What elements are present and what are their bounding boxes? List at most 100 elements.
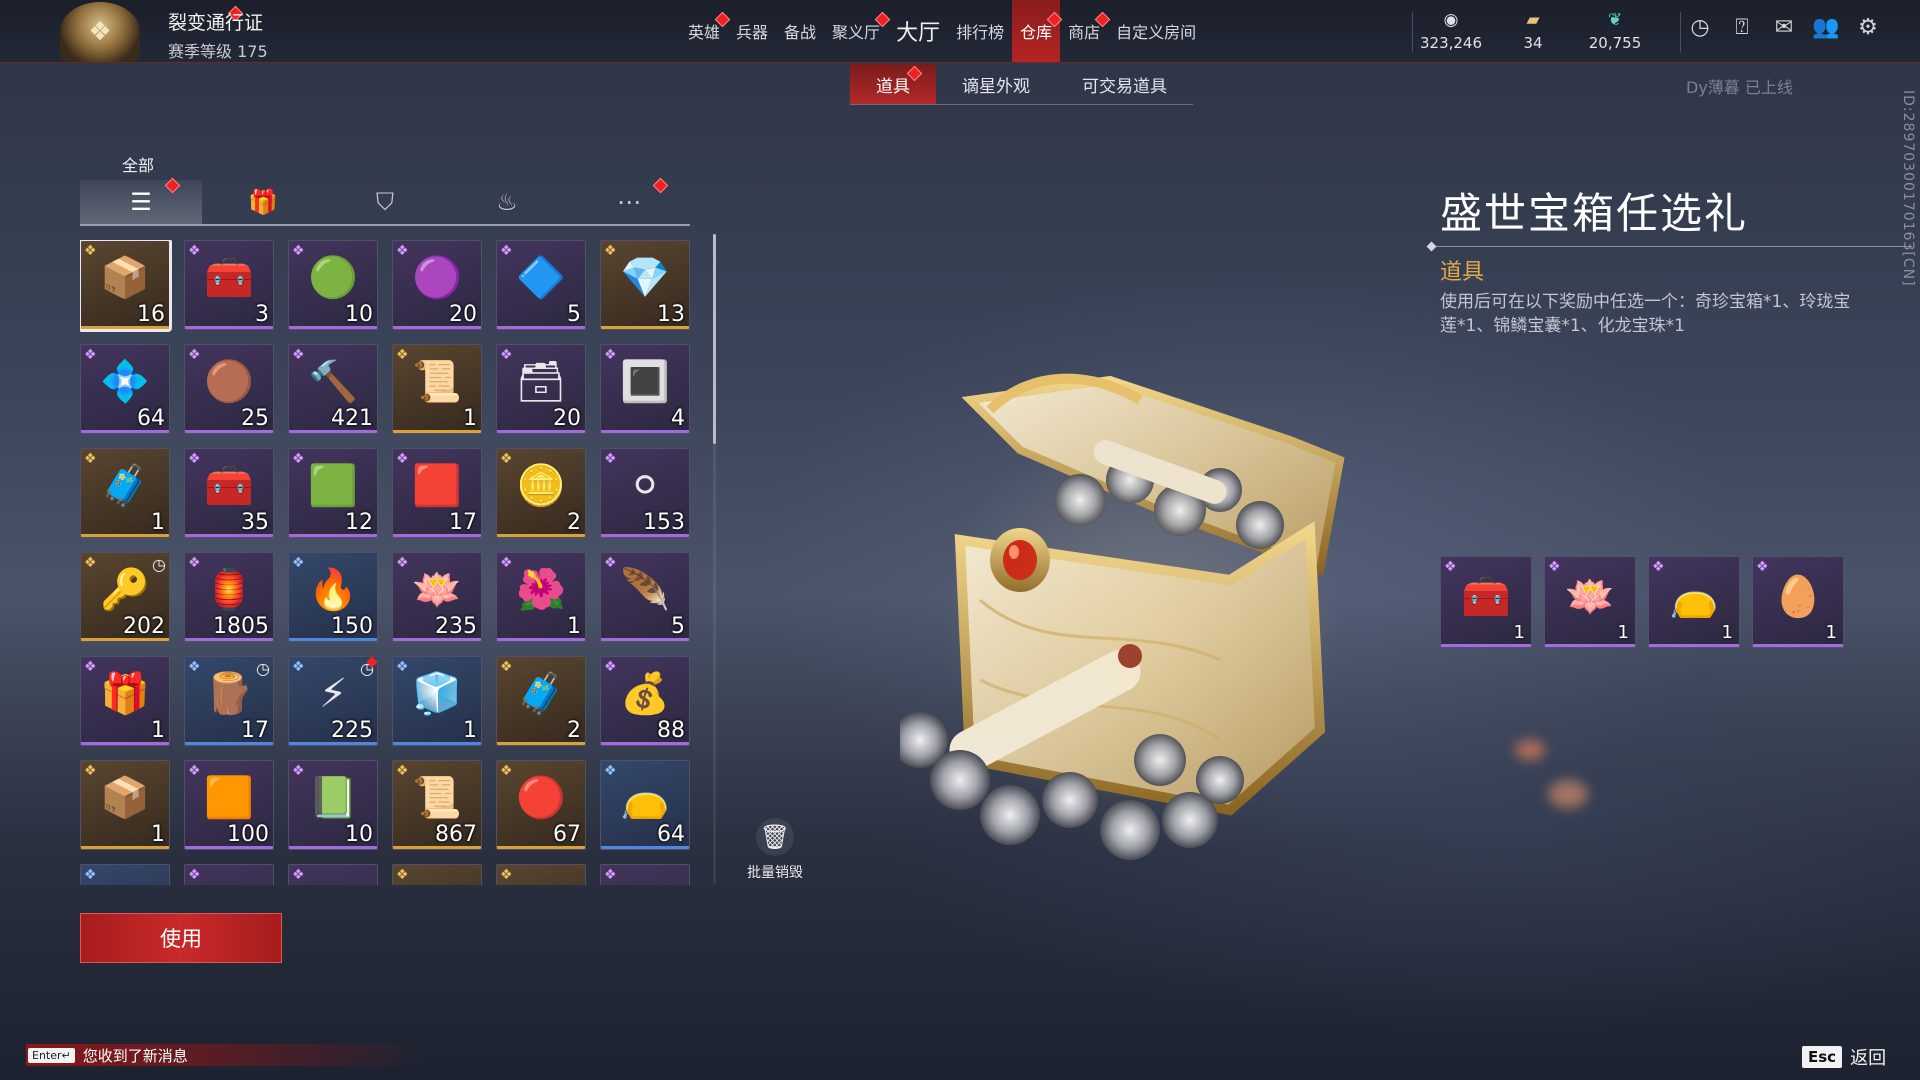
item-quantity: 12 xyxy=(345,510,373,535)
grid-scrollbar[interactable] xyxy=(713,234,716,444)
mail-icon[interactable]: ✉ xyxy=(1769,12,1799,42)
background-lantern xyxy=(1515,740,1545,760)
item-icon: 👝 xyxy=(620,775,670,821)
item-icon: 🔴 xyxy=(516,775,566,821)
inventory-item[interactable]: ❖ 🧰 35 xyxy=(184,448,274,538)
inventory-item[interactable]: ❖ xyxy=(184,864,274,885)
rarity-gem-icon: ❖ xyxy=(84,867,97,883)
currency-feathers: ❦ 20,755 xyxy=(1574,0,1656,62)
inventory-item[interactable]: ❖ xyxy=(288,864,378,885)
inventory-item[interactable]: ❖ xyxy=(600,864,690,885)
item-quantity: 20 xyxy=(553,406,581,431)
inventory-item[interactable]: ❖ 📦 16 xyxy=(80,240,172,332)
item-icon: 🟣 xyxy=(412,255,462,301)
reward-option[interactable]: ❖ 🪷 1 xyxy=(1544,556,1636,648)
inventory-item[interactable]: ❖ 🗃 20 xyxy=(496,344,586,434)
inventory-item[interactable]: ❖ 📜 1 xyxy=(392,344,482,434)
inventory-item[interactable]: ❖ 🧳 2 xyxy=(496,656,586,746)
inventory-item[interactable]: ❖ 🟧 100 xyxy=(184,760,274,850)
nav-item-6[interactable]: 仓库 xyxy=(1012,0,1063,62)
nav-item-label: 大厅 xyxy=(896,21,941,46)
inventory-item[interactable]: ❖ 🟢 10 xyxy=(288,240,378,330)
nav-item-2[interactable]: 备战 xyxy=(776,0,824,62)
season-pass-emblem-icon[interactable]: ❖ xyxy=(60,2,140,62)
item-icon: 🪙 xyxy=(516,463,566,509)
inventory-item[interactable]: ❖ xyxy=(80,864,170,885)
nav-item-7[interactable]: 商店 xyxy=(1060,0,1111,62)
item-icon: 🟩 xyxy=(308,463,358,509)
nav-item-5[interactable]: 排行榜 xyxy=(948,0,1012,62)
inventory-item[interactable]: ❖ xyxy=(392,864,482,885)
rarity-gem-icon: ❖ xyxy=(396,867,409,883)
inventory-item[interactable]: ❖ 🪵 ◷ 17 xyxy=(184,656,274,746)
chat-notification[interactable]: Enter↵ 您收到了新消息 xyxy=(26,1044,426,1066)
inventory-item[interactable]: ❖ 💰 88 xyxy=(600,656,690,746)
tab-flame[interactable]: ♨ xyxy=(446,180,568,224)
reward-quantity: 1 xyxy=(1617,622,1629,643)
pass-title[interactable]: 裂变通行证 xyxy=(168,8,263,35)
inventory-item[interactable]: ❖ 🟤 25 xyxy=(184,344,274,434)
rarity-gem-icon: ❖ xyxy=(500,867,513,883)
item-quantity: 35 xyxy=(241,510,269,535)
inventory-item[interactable]: ❖ 🟥 17 xyxy=(392,448,482,538)
inventory-item[interactable]: ❖ 👝 64 xyxy=(600,760,690,850)
inventory-item[interactable]: ❖ 🟩 12 xyxy=(288,448,378,538)
inventory-item[interactable]: ❖ 🔴 67 xyxy=(496,760,586,850)
nav-item-0[interactable]: 英雄 xyxy=(680,0,731,62)
inventory-item[interactable]: ❖ xyxy=(496,864,586,885)
item-quantity: 1 xyxy=(463,406,477,431)
gear-icon[interactable]: ⚙ xyxy=(1853,12,1883,42)
nav-item-3[interactable]: 聚义厅 xyxy=(824,0,891,62)
inventory-item[interactable]: ❖ 🔥 150 xyxy=(288,552,378,642)
inventory-item[interactable]: ❖ 🔳 4 xyxy=(600,344,690,434)
nav-item-label: 兵器 xyxy=(736,23,769,42)
tab-more[interactable]: ⋯ xyxy=(568,177,690,224)
inventory-item[interactable]: ❖ 🎁 1 xyxy=(80,656,170,746)
subtab-2[interactable]: 可交易道具 xyxy=(1056,64,1193,104)
inventory-item[interactable]: ❖ 🌺 1 xyxy=(496,552,586,642)
inventory-item[interactable]: ❖ 🔑 ◷ 202 xyxy=(80,552,170,642)
tab-all-dot xyxy=(164,177,181,194)
nav-item-8[interactable]: 自定义房间 xyxy=(1108,0,1204,62)
reward-option[interactable]: ❖ 👝 1 xyxy=(1648,556,1740,648)
inventory-item[interactable]: ❖ ⚡ ◷ 225 xyxy=(288,656,378,746)
nav-item-label: 排行榜 xyxy=(956,23,1005,42)
inventory-item[interactable]: ❖ ⚪ 153 xyxy=(600,448,690,538)
inventory-item[interactable]: ❖ 💠 64 xyxy=(80,344,170,434)
inventory-item[interactable]: ❖ 🧳 1 xyxy=(80,448,170,538)
inventory-item[interactable]: ❖ 🔷 5 xyxy=(496,240,586,330)
nav-item-1[interactable]: 兵器 xyxy=(728,0,776,62)
friends-icon[interactable]: 👥 xyxy=(1811,12,1841,42)
inventory-item[interactable]: ❖ 📜 867 xyxy=(392,760,482,850)
subtab-0[interactable]: 道具 xyxy=(850,64,936,104)
timed-clock-icon: ◷ xyxy=(152,555,166,574)
nav-item-label: 英雄 xyxy=(688,23,721,42)
inventory-item[interactable]: ❖ 🟣 20 xyxy=(392,240,482,330)
inventory-item[interactable]: ❖ 🏮 1805 xyxy=(184,552,274,642)
inventory-item[interactable]: ❖ 🪶 5 xyxy=(600,552,690,642)
item-quantity: 225 xyxy=(331,718,373,743)
currency-coins-value: 323,246 xyxy=(1419,34,1483,52)
subtab-1[interactable]: 谪星外观 xyxy=(936,64,1056,104)
inventory-item[interactable]: ❖ 🧰 3 xyxy=(184,240,274,330)
inventory-item[interactable]: ❖ 🔨 421 xyxy=(288,344,378,434)
tab-all[interactable]: ☰ xyxy=(80,177,202,224)
item-icon: 🎁 xyxy=(100,671,150,717)
inventory-item[interactable]: ❖ 🪙 2 xyxy=(496,448,586,538)
inventory-item[interactable]: ❖ 🪷 235 xyxy=(392,552,482,642)
nav-item-4[interactable]: 大厅 xyxy=(888,0,948,62)
bulk-destroy-button[interactable]: 🗑 批量销毁 xyxy=(738,818,812,882)
reward-option[interactable]: ❖ 🧰 1 xyxy=(1440,556,1532,648)
help-icon[interactable]: ⍰ xyxy=(1727,12,1757,42)
tab-gifts[interactable]: 🎁 xyxy=(202,180,324,224)
inventory-item[interactable]: ❖ 📗 10 xyxy=(288,760,378,850)
clock-icon[interactable]: ◷ xyxy=(1685,12,1715,42)
inventory-item[interactable]: ❖ 💎 13 xyxy=(600,240,690,330)
top-icons: ◷ ⍰ ✉ 👥 ⚙ xyxy=(1685,12,1883,42)
tab-badges[interactable]: ⛉ xyxy=(324,180,446,224)
inventory-item[interactable]: ❖ 📦 1 xyxy=(80,760,170,850)
use-button[interactable]: 使用 xyxy=(80,913,282,963)
back-button[interactable]: Esc 返回 xyxy=(1802,1044,1886,1070)
reward-option[interactable]: ❖ 🥚 1 xyxy=(1752,556,1844,648)
inventory-item[interactable]: ❖ 🧊 1 xyxy=(392,656,482,746)
